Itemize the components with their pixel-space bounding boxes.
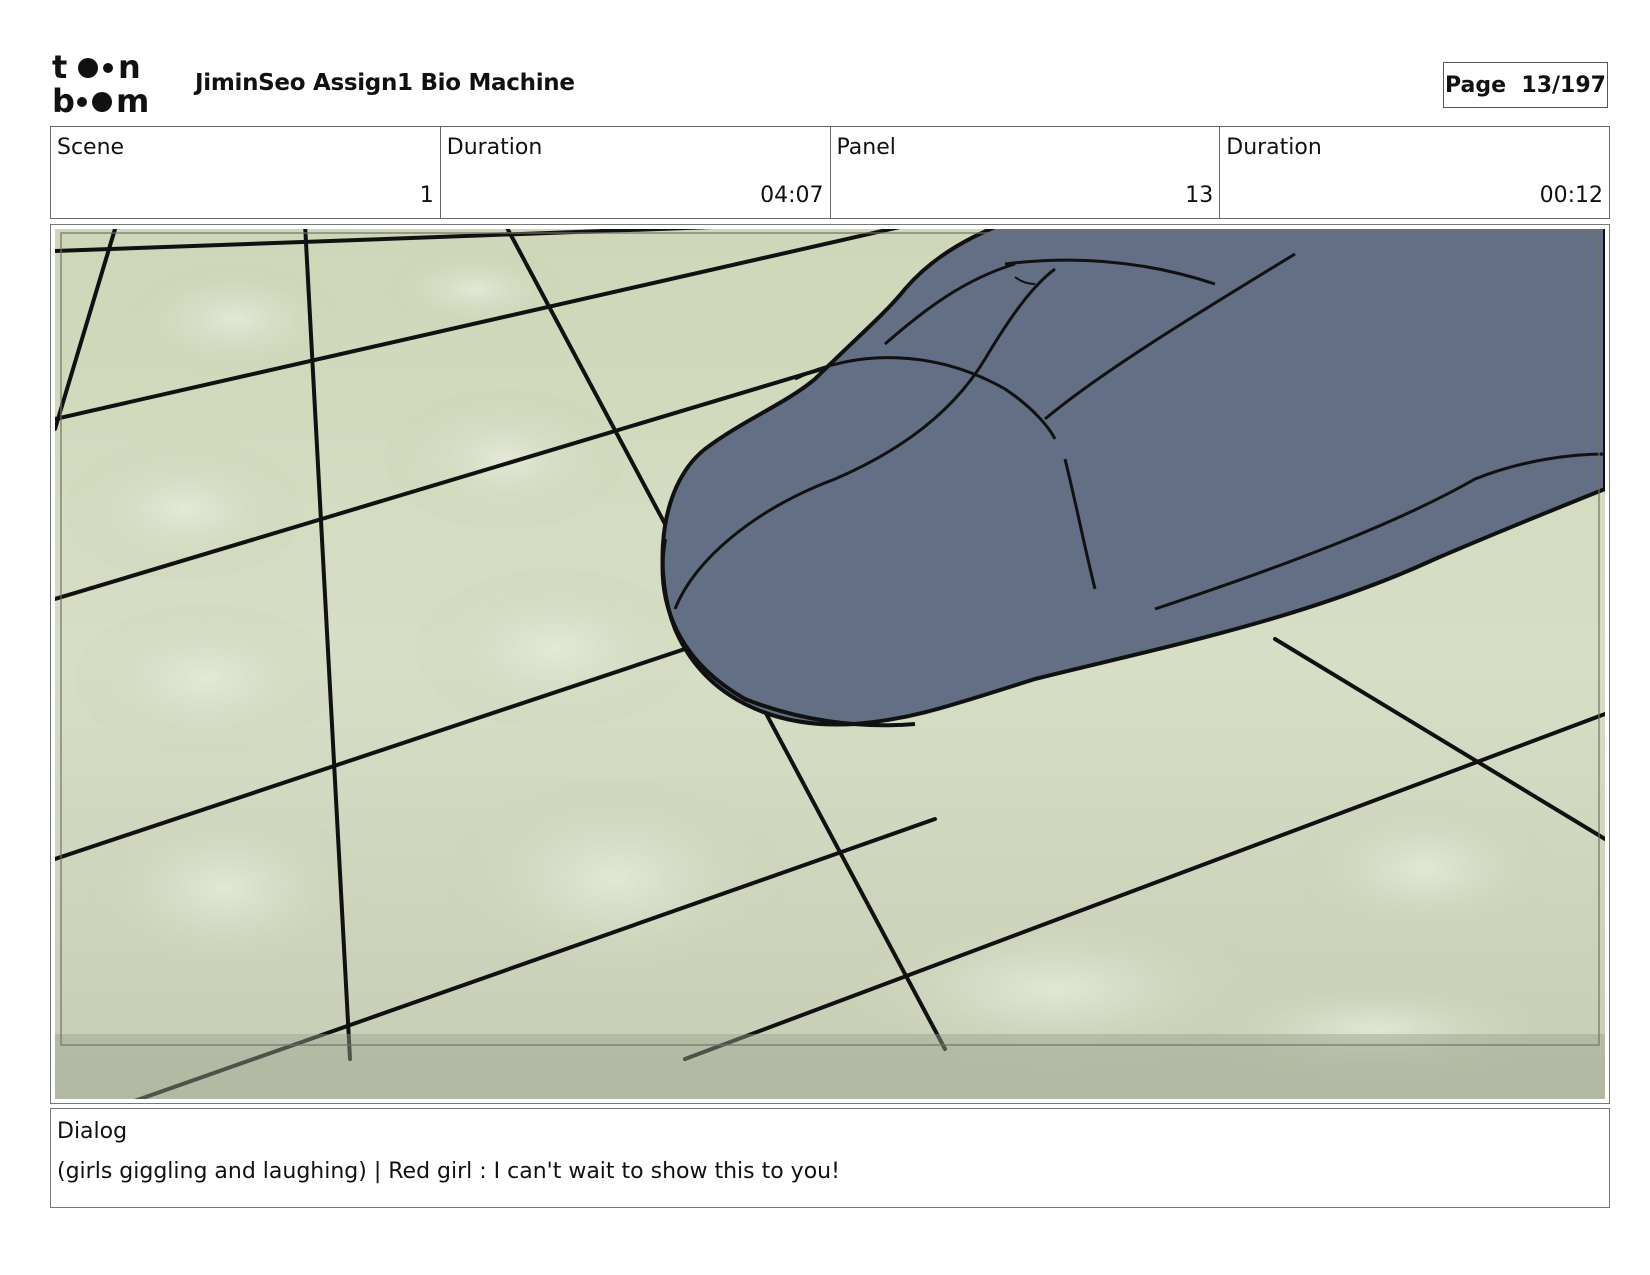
panel-drawing <box>55 229 1605 1099</box>
svg-text:t: t <box>52 50 67 86</box>
scene-duration-value: 04:07 <box>760 183 824 208</box>
svg-text:m: m <box>116 82 149 116</box>
panel-cell: Panel 13 <box>831 127 1221 218</box>
svg-text:b: b <box>52 82 75 116</box>
panel-label: Panel <box>836 135 896 160</box>
toon-boom-logo: t n b m <box>52 50 149 116</box>
dialog-label: Dialog <box>57 1119 128 1144</box>
dialog-box: Dialog (girls giggling and laughing) | R… <box>50 1108 1610 1208</box>
panel-duration-label: Duration <box>1226 135 1322 160</box>
scene-duration-cell: Duration 04:07 <box>441 127 831 218</box>
panel-value: 13 <box>1185 183 1214 208</box>
scene-cell: Scene 1 <box>51 127 441 218</box>
scene-label: Scene <box>57 135 125 160</box>
storyboard-panel <box>50 224 1610 1104</box>
panel-duration-cell: Duration 00:12 <box>1220 127 1609 218</box>
scene-info-table: Scene 1 Duration 04:07 Panel 13 Duration… <box>50 126 1610 219</box>
page-number: 13/197 <box>1521 72 1606 98</box>
scene-value: 1 <box>419 183 434 208</box>
dialog-text: (girls giggling and laughing) | Red girl… <box>57 1159 840 1184</box>
scene-duration-label: Duration <box>446 135 543 160</box>
document-title: JiminSeo Assign1 Bio Machine <box>195 70 575 96</box>
svg-text:n: n <box>118 50 141 86</box>
page-indicator: Page 13/197 <box>1443 62 1608 108</box>
panel-duration-value: 00:12 <box>1539 183 1603 208</box>
page-label: Page <box>1445 72 1507 98</box>
